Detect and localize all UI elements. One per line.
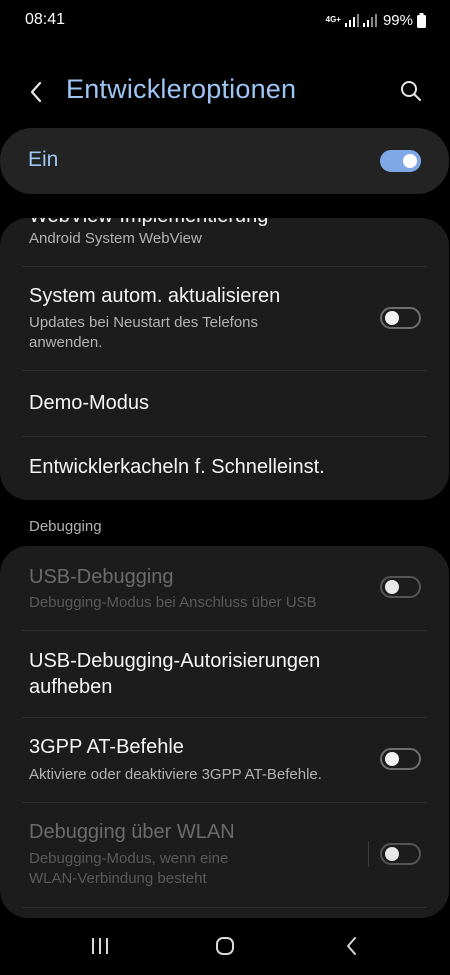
- item-summary: Debugging-Modus, wenn eine WLAN-Verbindu…: [29, 850, 229, 887]
- vertical-separator: [368, 841, 369, 867]
- item-summary: Debugging-Modus bei Anschluss über USB: [29, 594, 317, 611]
- item-title: USB-Debugging: [29, 566, 174, 588]
- signal-icon-2: [362, 14, 377, 27]
- list-item-usb-debugging[interactable]: USB-Debugging Debugging-Modus bei Anschl…: [0, 546, 449, 630]
- master-switch-row[interactable]: Ein: [0, 128, 449, 194]
- item-title: Debugging über WLAN: [29, 821, 235, 843]
- master-switch-toggle[interactable]: [380, 150, 421, 172]
- battery-icon: [417, 12, 426, 28]
- settings-card-debugging: USB-Debugging Debugging-Modus bei Anschl…: [0, 546, 449, 918]
- master-switch-label: Ein: [28, 148, 59, 171]
- network-type-label: 4G+: [325, 15, 341, 24]
- signal-icon: [344, 14, 359, 27]
- chevron-left-icon: [30, 81, 42, 103]
- item-title: WebView-Implementierung: [29, 218, 268, 229]
- divider: [22, 907, 427, 908]
- home-button[interactable]: [205, 930, 245, 962]
- search-button[interactable]: [394, 74, 428, 108]
- search-icon: [401, 81, 421, 101]
- recents-button[interactable]: [80, 930, 120, 962]
- system-auto-update-toggle[interactable]: [380, 307, 421, 329]
- list-item-developer-tiles[interactable]: Entwicklerkacheln f. Schnelleinst.: [0, 437, 449, 500]
- list-item-system-auto-update[interactable]: System autom. aktualisieren Updates bei …: [0, 267, 449, 370]
- nav-back-button[interactable]: [332, 930, 372, 962]
- switch-thumb: [385, 580, 399, 594]
- status-time: 08:41: [25, 11, 66, 28]
- home-icon: [216, 937, 234, 955]
- 3gpp-at-toggle[interactable]: [380, 748, 421, 770]
- switch-thumb: [385, 311, 399, 325]
- battery-percent: 99%: [382, 11, 413, 29]
- list-item-revoke-usb-auth[interactable]: USB-Debugging-Autorisierungen aufheben: [0, 631, 449, 717]
- back-button[interactable]: [20, 76, 52, 108]
- settings-card-general: WebView-Implementierung Android System W…: [0, 218, 449, 500]
- usb-debugging-toggle[interactable]: [380, 576, 421, 598]
- switch-thumb: [403, 154, 417, 168]
- back-icon: [347, 937, 356, 955]
- switch-thumb: [385, 752, 399, 766]
- item-title: Demo-Modus: [29, 392, 150, 414]
- item-summary: Android System WebView: [29, 230, 202, 247]
- status-bar: 08:41 4G+ 99%: [0, 0, 450, 40]
- list-item-demo-mode[interactable]: Demo-Modus: [0, 371, 449, 436]
- item-title: USB-Debugging-Autorisierungen aufheben: [29, 650, 321, 698]
- recents-icon: [92, 938, 108, 954]
- list-item-webview[interactable]: WebView-Implementierung Android System W…: [0, 218, 449, 266]
- item-title: 3GPP AT-Befehle: [29, 736, 184, 758]
- section-header-debugging: Debugging: [29, 518, 102, 535]
- status-icons: 4G+ 99%: [326, 10, 426, 30]
- item-title: System autom. aktualisieren: [29, 285, 281, 307]
- list-item-wireless-debugging[interactable]: Debugging über WLAN Debugging-Modus, wen…: [0, 803, 449, 907]
- page-title: Entwickleroptionen: [66, 74, 297, 104]
- list-item-3gpp-at[interactable]: 3GPP AT-Befehle Aktiviere oder deaktivie…: [0, 718, 449, 802]
- app-bar: Entwickleroptionen: [0, 60, 450, 120]
- navigation-bar: [0, 918, 450, 975]
- item-title: Entwicklerkacheln f. Schnelleinst.: [29, 456, 325, 478]
- switch-thumb: [385, 847, 399, 861]
- item-summary: Updates bei Neustart des Telefons anwend…: [29, 314, 259, 351]
- wireless-debugging-toggle[interactable]: [380, 843, 421, 865]
- item-summary: Aktiviere oder deaktiviere 3GPP AT-Befeh…: [29, 766, 322, 783]
